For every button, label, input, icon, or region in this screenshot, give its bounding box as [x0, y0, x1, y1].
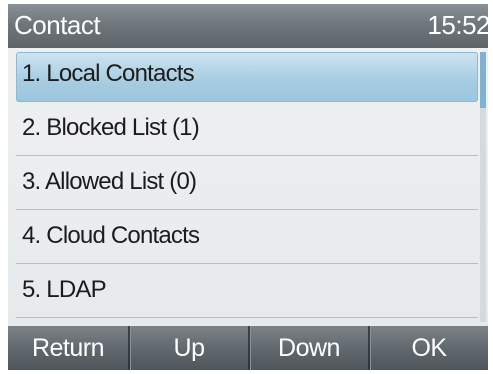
- return-softkey[interactable]: Return: [8, 326, 128, 370]
- menu-item-allowed-list[interactable]: 3. Allowed List (0): [16, 160, 478, 210]
- menu-item-label: 1. Local Contacts: [22, 60, 195, 87]
- menu-item-cloud-contacts[interactable]: 4. Cloud Contacts: [16, 214, 478, 264]
- divider: [16, 209, 478, 210]
- display: Contact 15:52 1. Local Contacts 2. Block…: [8, 4, 488, 370]
- phone-screen: Contact 15:52 1. Local Contacts 2. Block…: [0, 0, 493, 374]
- clock: 15:52: [427, 10, 488, 40]
- scrollbar[interactable]: [480, 52, 486, 322]
- softkey-bar: Return Up Down OK: [8, 326, 488, 370]
- ok-softkey[interactable]: OK: [370, 326, 488, 370]
- contact-menu-list: 1. Local Contacts 2. Blocked List (1) 3.…: [8, 48, 488, 326]
- menu-item-label: 4. Cloud Contacts: [22, 222, 200, 249]
- menu-item-blocked-list[interactable]: 2. Blocked List (1): [16, 106, 478, 156]
- menu-item-label: 3. Allowed List (0): [22, 168, 197, 195]
- divider: [16, 317, 478, 318]
- divider: [16, 155, 478, 156]
- menu-item-label: 5. LDAP: [22, 276, 107, 303]
- divider: [16, 263, 478, 264]
- menu-item-label: 2. Blocked List (1): [22, 114, 200, 141]
- scrollbar-thumb[interactable]: [480, 52, 486, 108]
- page-title: Contact: [14, 10, 101, 40]
- up-softkey[interactable]: Up: [130, 326, 248, 370]
- menu-item-ldap[interactable]: 5. LDAP: [16, 268, 478, 318]
- title-bar: Contact 15:52: [8, 4, 488, 48]
- down-softkey[interactable]: Down: [250, 326, 368, 370]
- menu-item-local-contacts[interactable]: 1. Local Contacts: [16, 52, 478, 102]
